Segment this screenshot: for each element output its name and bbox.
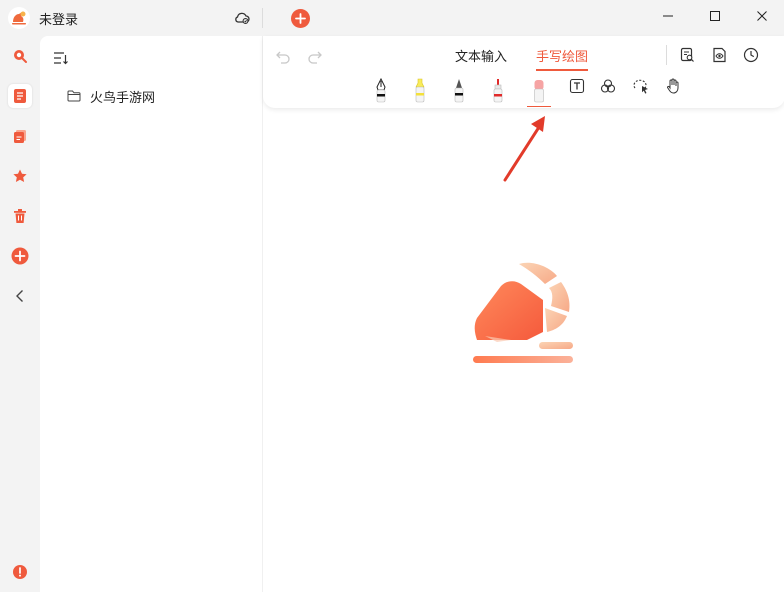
divider bbox=[262, 8, 263, 28]
minimize-icon[interactable] bbox=[654, 4, 682, 28]
fountain-pen-icon[interactable] bbox=[371, 78, 391, 108]
preview-icon[interactable] bbox=[710, 46, 728, 64]
maximize-icon[interactable] bbox=[701, 4, 729, 28]
file-list-panel: 火鸟手游网 bbox=[40, 36, 262, 592]
info-icon[interactable] bbox=[8, 560, 32, 584]
cloud-sync-icon[interactable] bbox=[233, 10, 251, 26]
redo-icon[interactable] bbox=[306, 48, 324, 66]
trash-icon[interactable] bbox=[8, 204, 32, 228]
tags-icon[interactable] bbox=[8, 124, 32, 148]
hand-icon[interactable] bbox=[663, 78, 683, 108]
sort-icon[interactable] bbox=[53, 50, 69, 65]
add-icon[interactable] bbox=[8, 244, 32, 268]
highlighter-icon[interactable] bbox=[410, 78, 430, 108]
empty-canvas-illustration bbox=[473, 262, 573, 363]
add-tab-icon[interactable] bbox=[291, 9, 310, 28]
search-doc-icon[interactable] bbox=[678, 46, 696, 64]
close-icon[interactable] bbox=[748, 4, 776, 28]
annotation-arrow bbox=[503, 116, 545, 182]
collapse-icon[interactable] bbox=[8, 284, 32, 308]
editor-area[interactable]: 文本输入 手写绘图 bbox=[262, 36, 784, 592]
login-status[interactable]: 未登录 bbox=[39, 9, 78, 28]
title-bar: 未登录 bbox=[0, 0, 784, 36]
folder-item[interactable]: 火鸟手游网 bbox=[40, 84, 262, 108]
tab-handwriting[interactable]: 手写绘图 bbox=[536, 46, 589, 71]
shapes-icon[interactable] bbox=[598, 78, 618, 108]
marker-icon[interactable] bbox=[488, 78, 508, 108]
star-icon[interactable] bbox=[8, 164, 32, 188]
divider bbox=[666, 45, 667, 65]
folder-icon bbox=[67, 90, 81, 102]
lasso-select-icon[interactable] bbox=[631, 78, 651, 108]
history-icon[interactable] bbox=[742, 46, 760, 64]
folder-label: 火鸟手游网 bbox=[90, 90, 156, 106]
pencil-icon[interactable] bbox=[449, 78, 469, 108]
editor-toolbar: 文本输入 手写绘图 bbox=[263, 36, 784, 108]
tab-text-input[interactable]: 文本输入 bbox=[455, 46, 507, 69]
search-icon[interactable] bbox=[8, 44, 32, 68]
undo-icon[interactable] bbox=[274, 48, 292, 66]
notes-icon[interactable] bbox=[8, 84, 32, 108]
left-rail bbox=[0, 36, 40, 592]
text-box-icon[interactable] bbox=[567, 78, 587, 108]
eraser-icon[interactable] bbox=[527, 78, 551, 108]
app-logo-icon bbox=[8, 7, 30, 29]
